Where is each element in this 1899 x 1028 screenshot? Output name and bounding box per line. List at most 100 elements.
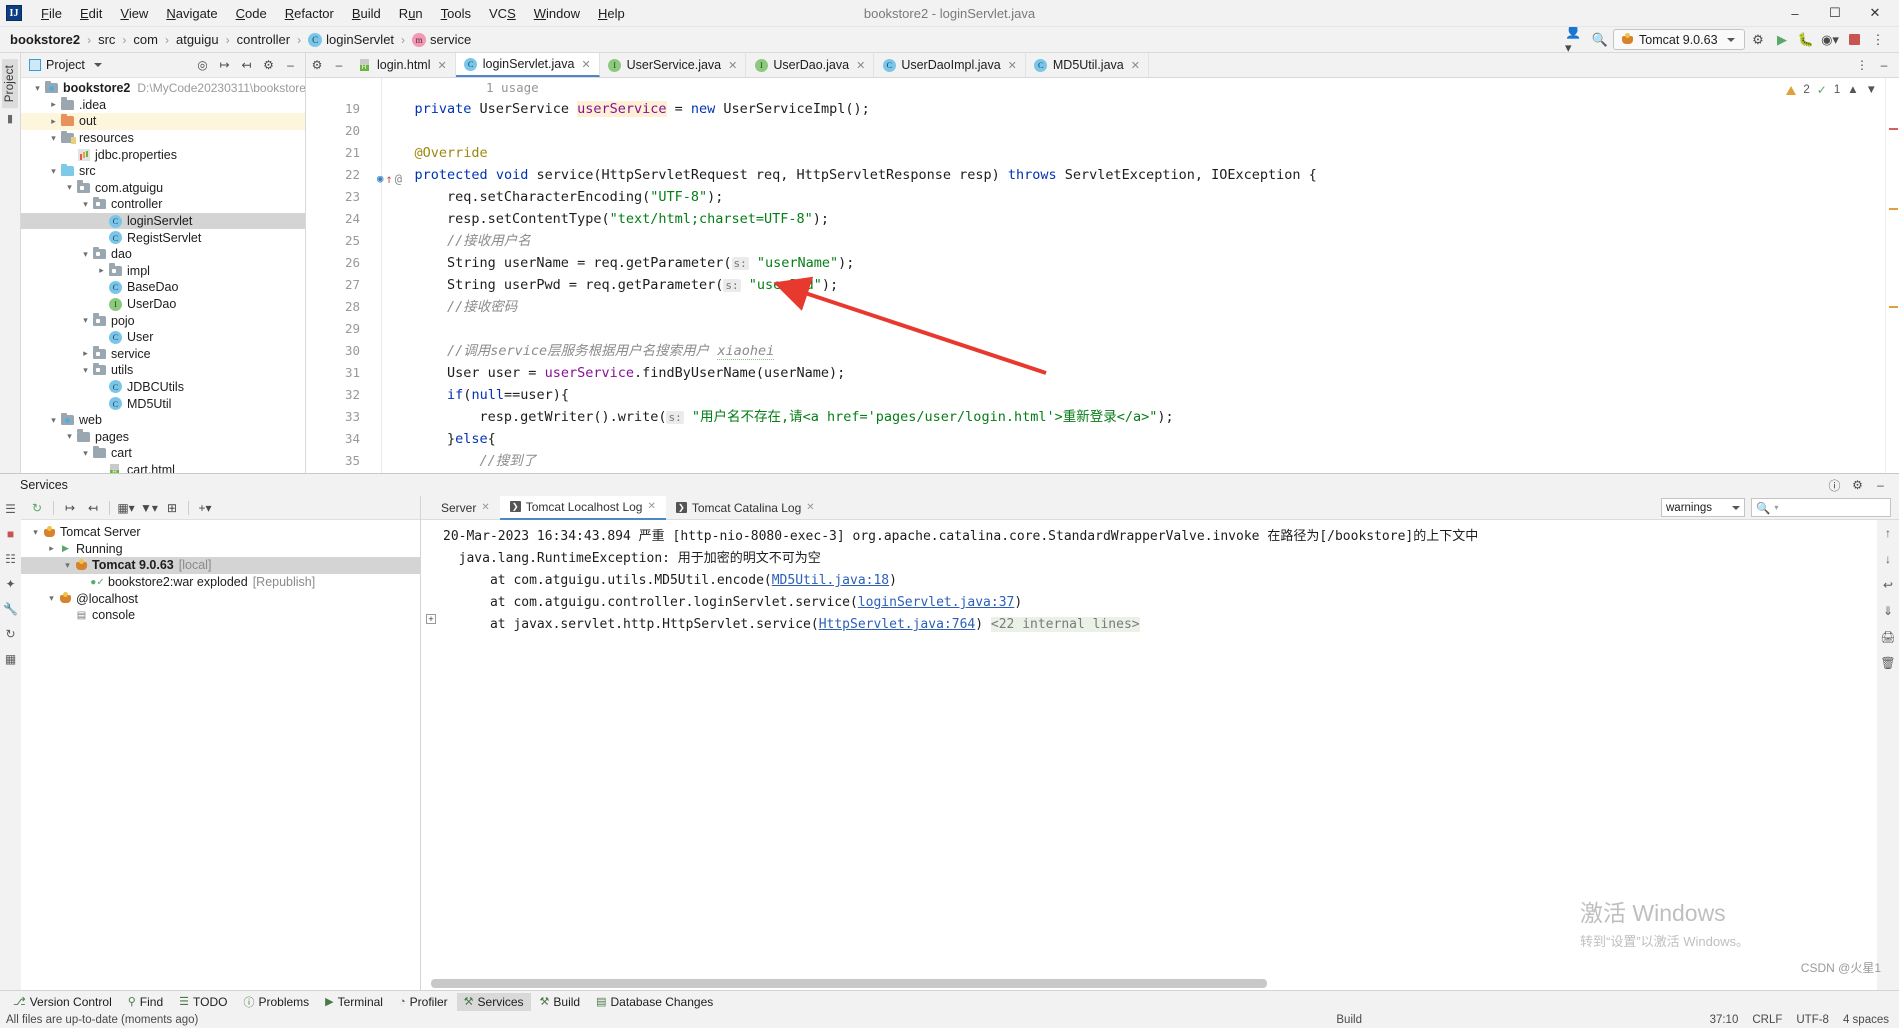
services-log-tabs[interactable]: Server ✕ ❯ Tomcat Localhost Log ✕ ❯ Tomcat Cat… (421, 496, 1899, 520)
tool-window-project[interactable]: Project (2, 59, 18, 109)
add-frame-icon[interactable]: ⊞ (162, 498, 182, 518)
project-tree-row[interactable]: ▾ bookstore2 D:\MyCode20230311\bookstore2 (21, 80, 305, 97)
menu-window[interactable]: Window (525, 4, 589, 23)
add-icon[interactable]: +▾ (195, 498, 215, 518)
deploy-icon[interactable]: ✦ (5, 577, 15, 591)
log-tab-tomcat-localhost-log[interactable]: ❯ Tomcat Localhost Log ✕ (499, 496, 666, 520)
project-tree-row[interactable]: C RegistServlet (21, 229, 305, 246)
code-line[interactable]: if(null==user){ (382, 384, 1885, 406)
editor-tab-userdaoimpl-java[interactable]: C UserDaoImpl.java ✕ (874, 53, 1026, 77)
chevron-right-icon[interactable]: ▸ (47, 99, 60, 110)
editor-error-stripe[interactable] (1885, 78, 1899, 473)
grid-icon[interactable]: ▦ (5, 652, 16, 666)
status-bar-build[interactable]: ⚒ Build (533, 993, 588, 1011)
services-tree-row[interactable]: ▾ Tomcat 9.0.63 [local] (21, 557, 420, 574)
menu-vcs[interactable]: VCS (480, 4, 525, 23)
hide-editor-icon[interactable]: – (1873, 58, 1895, 72)
line-number[interactable]: 19 (306, 98, 368, 120)
bookmarks-small-icon[interactable]: ▮ (7, 112, 13, 125)
debug-icon[interactable]: 🐛 (1795, 29, 1817, 51)
line-number[interactable]: 34 (306, 428, 368, 450)
project-tree-row[interactable]: C JDBCUtils (21, 379, 305, 396)
close-tab-icon[interactable]: ✕ (728, 59, 737, 72)
project-tree-row[interactable]: ▾ dao (21, 246, 305, 263)
scroll-to-end-icon[interactable]: ⇓ (1883, 604, 1893, 618)
chevron-down-icon[interactable]: ▾ (79, 199, 92, 210)
expand-stacktrace-icon[interactable]: + (426, 614, 436, 624)
status-bar-version-control[interactable]: ⎇ Version Control (6, 993, 119, 1011)
build-icon[interactable]: ⚙ (1747, 29, 1769, 51)
menu-file[interactable]: File (32, 4, 71, 23)
console-search-input[interactable]: 🔍 ▾ (1751, 498, 1891, 517)
filter-icon[interactable]: ▼▾ (139, 498, 159, 518)
chevron-down-icon[interactable]: ▼ (1866, 84, 1877, 96)
project-tree-row[interactable]: ▾ src (21, 163, 305, 180)
project-tree-row[interactable]: C MD5Util (21, 395, 305, 412)
chevron-down-icon[interactable]: ▾ (79, 448, 92, 459)
chevron-down-icon[interactable]: ▾ (29, 527, 42, 538)
more-tabs-icon[interactable]: ⋮ (1851, 58, 1873, 72)
project-tree-row[interactable]: C BaseDao (21, 279, 305, 296)
chevron-down-icon[interactable]: ▾ (45, 593, 58, 604)
more-options-icon[interactable]: ⋮ (1867, 29, 1889, 51)
menu-code[interactable]: Code (227, 4, 276, 23)
line-number[interactable]: 31 (306, 362, 368, 384)
project-tree-row[interactable]: ▾ web (21, 412, 305, 429)
project-tree-row[interactable]: ▾ pages (21, 428, 305, 445)
editor-tab-md5util-java[interactable]: C MD5Util.java ✕ (1026, 53, 1149, 77)
editor-tab-loginservlet-java[interactable]: CloginServlet.java ✕ (455, 53, 600, 77)
code-line[interactable] (382, 120, 1885, 142)
code-line[interactable]: protected void service(HttpServletReques… (382, 164, 1885, 186)
hide-panel-icon[interactable]: – (280, 55, 301, 76)
tabstrip-overflow[interactable]: ⋮ – (1851, 53, 1899, 77)
editor-tab-userservice-java[interactable]: I UserService.java ✕ (600, 53, 747, 77)
project-tree-row[interactable]: jdbc.properties (21, 146, 305, 163)
editor-settings-icon[interactable]: ⚙ (306, 53, 328, 77)
status-bar-find[interactable]: ⚲ Find (121, 993, 170, 1011)
chevron-right-icon[interactable]: ▸ (47, 116, 60, 127)
log-level-select[interactable]: warnings (1661, 498, 1745, 517)
code-line[interactable]: @Override (382, 142, 1885, 164)
chevron-down-icon[interactable]: ▾ (63, 182, 76, 193)
line-number[interactable]: 30 (306, 340, 368, 362)
menu-build[interactable]: Build (343, 4, 390, 23)
project-tree-row[interactable]: ▾ com.atguigu (21, 180, 305, 197)
refresh-icon[interactable]: ↻ (5, 627, 15, 641)
project-tree-row[interactable]: cart.html (21, 462, 305, 473)
scrollbar-thumb[interactable] (431, 979, 1268, 988)
services-tree[interactable]: ▾ Tomcat Server ▸ ▶ Running ▾ Tomcat 9.0.63 [lo… (21, 520, 420, 990)
code-line[interactable]: resp.setContentType("text/html;charset=U… (382, 208, 1885, 230)
close-tab-icon[interactable]: ✕ (581, 58, 590, 71)
close-tab-icon[interactable]: ✕ (438, 59, 447, 72)
chevron-down-icon[interactable]: ▾ (79, 249, 92, 260)
chevron-up-icon[interactable]: ▲ (1847, 84, 1858, 96)
project-tree-row[interactable]: ▾ cart (21, 445, 305, 462)
log-tab-server[interactable]: Server ✕ (431, 496, 500, 520)
line-number[interactable]: 28 (306, 296, 368, 318)
chevron-down-icon[interactable]: ▾ (61, 560, 74, 571)
line-number[interactable]: 29 (306, 318, 368, 340)
menu-edit[interactable]: Edit (71, 4, 111, 23)
menu-navigate[interactable]: Navigate (157, 4, 226, 23)
chevron-right-icon[interactable]: ▸ (45, 543, 58, 554)
code-editor[interactable]: 19 20 21 22 ◉ ↑ @23 24 25 26 27 28 29 30 31 32 33 34 35 1 … (306, 78, 1899, 473)
chevron-down-icon[interactable]: ▾ (31, 83, 44, 94)
chevron-down-icon[interactable]: ▾ (47, 133, 60, 144)
project-tree-row[interactable]: ▾ controller (21, 196, 305, 213)
print-icon[interactable]: 🖨 (1880, 630, 1895, 644)
structure-tool-icon[interactable]: ☰ (5, 502, 16, 516)
expand-all-icon[interactable]: ↦ (60, 498, 80, 518)
layout-icon[interactable]: ☷ (5, 552, 16, 566)
stacktrace-link[interactable]: MD5Util.java:18 (772, 573, 889, 588)
line-number[interactable]: 26 (306, 252, 368, 274)
soft-wrap-icon[interactable]: ↩ (1883, 578, 1893, 592)
settings-icon[interactable]: ⚙ (1847, 475, 1868, 496)
code-line[interactable]: //接收用户名 (382, 230, 1885, 252)
project-tree-row[interactable]: ▸ service (21, 346, 305, 363)
line-separator[interactable]: CRLF (1752, 1014, 1782, 1026)
project-tree-row[interactable]: ▸ .idea (21, 97, 305, 114)
code-line[interactable]: //接收密码 (382, 296, 1885, 318)
project-tree-row[interactable]: ▾ utils (21, 362, 305, 379)
services-tree-row[interactable]: ▾ Tomcat Server (21, 524, 420, 541)
code-line[interactable]: String userName = req.getParameter(s: "u… (382, 252, 1885, 274)
